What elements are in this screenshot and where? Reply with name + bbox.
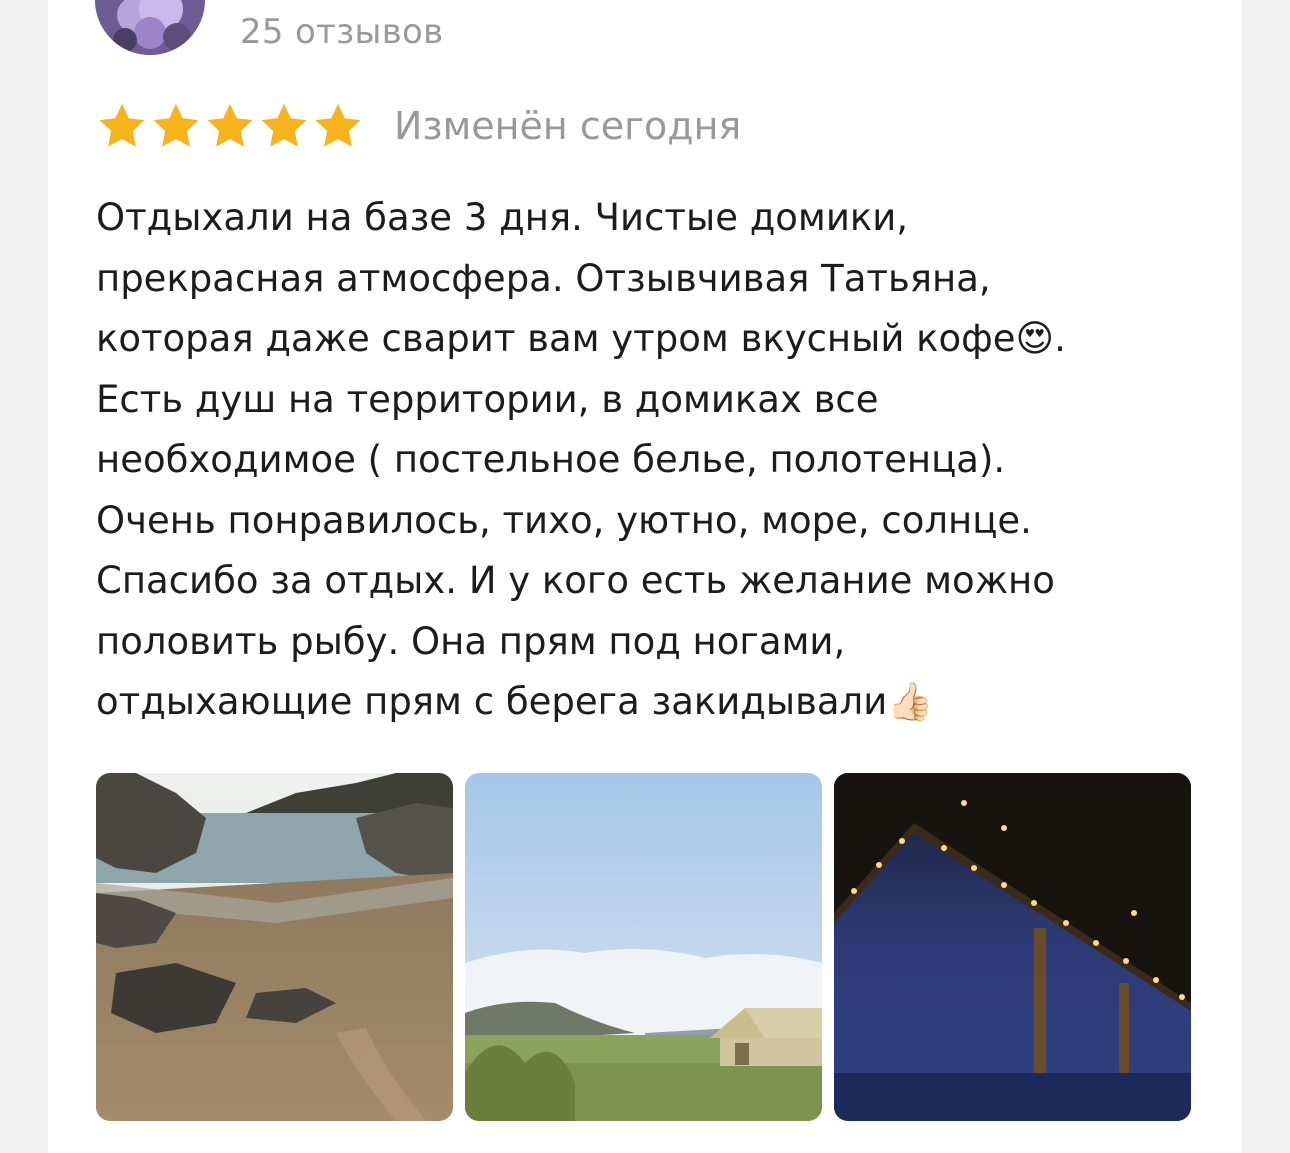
star-icon [315,103,361,147]
photo-gallery [96,773,1191,1121]
reviewer-reviews-count: 25 отзывов [240,12,444,52]
star-icon [99,103,145,147]
edited-timestamp: Изменён сегодня [394,104,742,148]
meadow-tent-photo[interactable] [465,773,822,1121]
night-canopy-photo[interactable] [834,773,1191,1121]
review-text: Отдыхали на базе 3 дня. Чистые домики, п… [96,196,1066,723]
star-icon [207,103,253,147]
beach-photo[interactable] [96,773,453,1121]
star-rating [96,100,364,152]
rating-row: Изменён сегодня [96,100,741,152]
review-card: 25 отзывов Изменён сегодня Отдыхали на б… [48,0,1242,1153]
star-icon [153,103,199,147]
reviewer-avatar[interactable] [95,0,205,55]
star-icon [261,103,307,147]
